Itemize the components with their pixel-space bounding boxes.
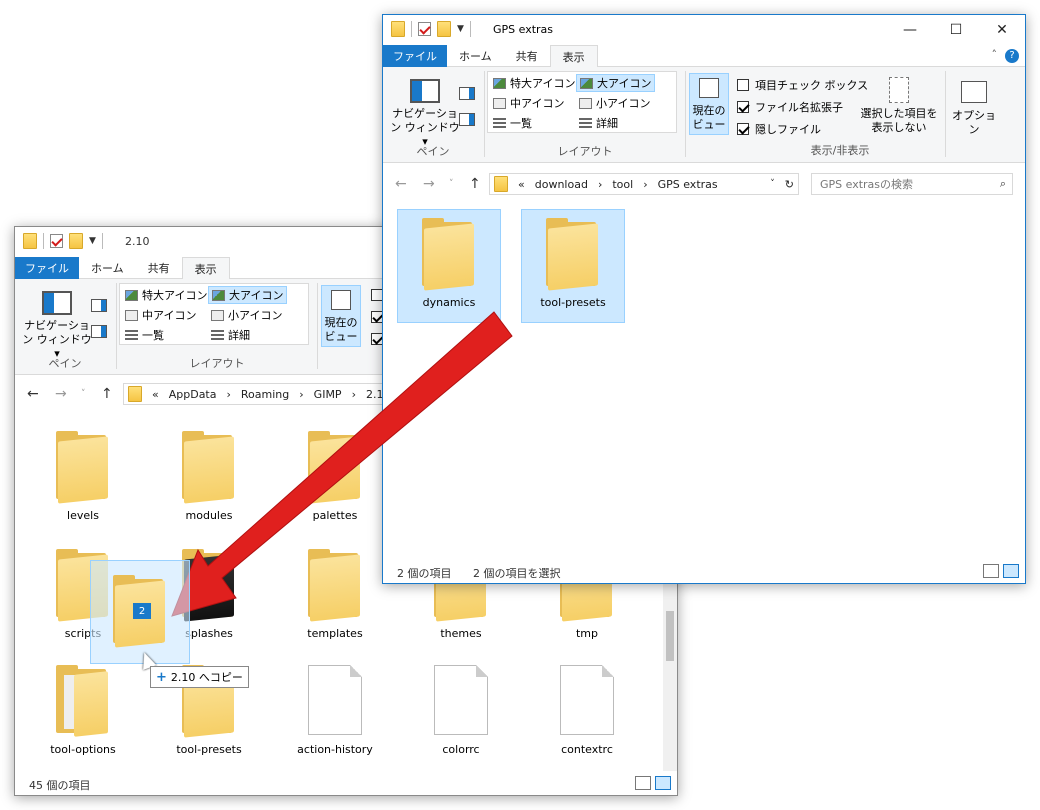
drag-arrow-shape	[171, 311, 513, 617]
copy-tooltip: + 2.10 へコピー	[150, 666, 249, 688]
drag-arrow	[171, 311, 513, 617]
drag-count-badge: 2	[133, 603, 151, 619]
plus-icon: +	[156, 669, 167, 685]
drag-ghost: 2	[90, 560, 190, 664]
